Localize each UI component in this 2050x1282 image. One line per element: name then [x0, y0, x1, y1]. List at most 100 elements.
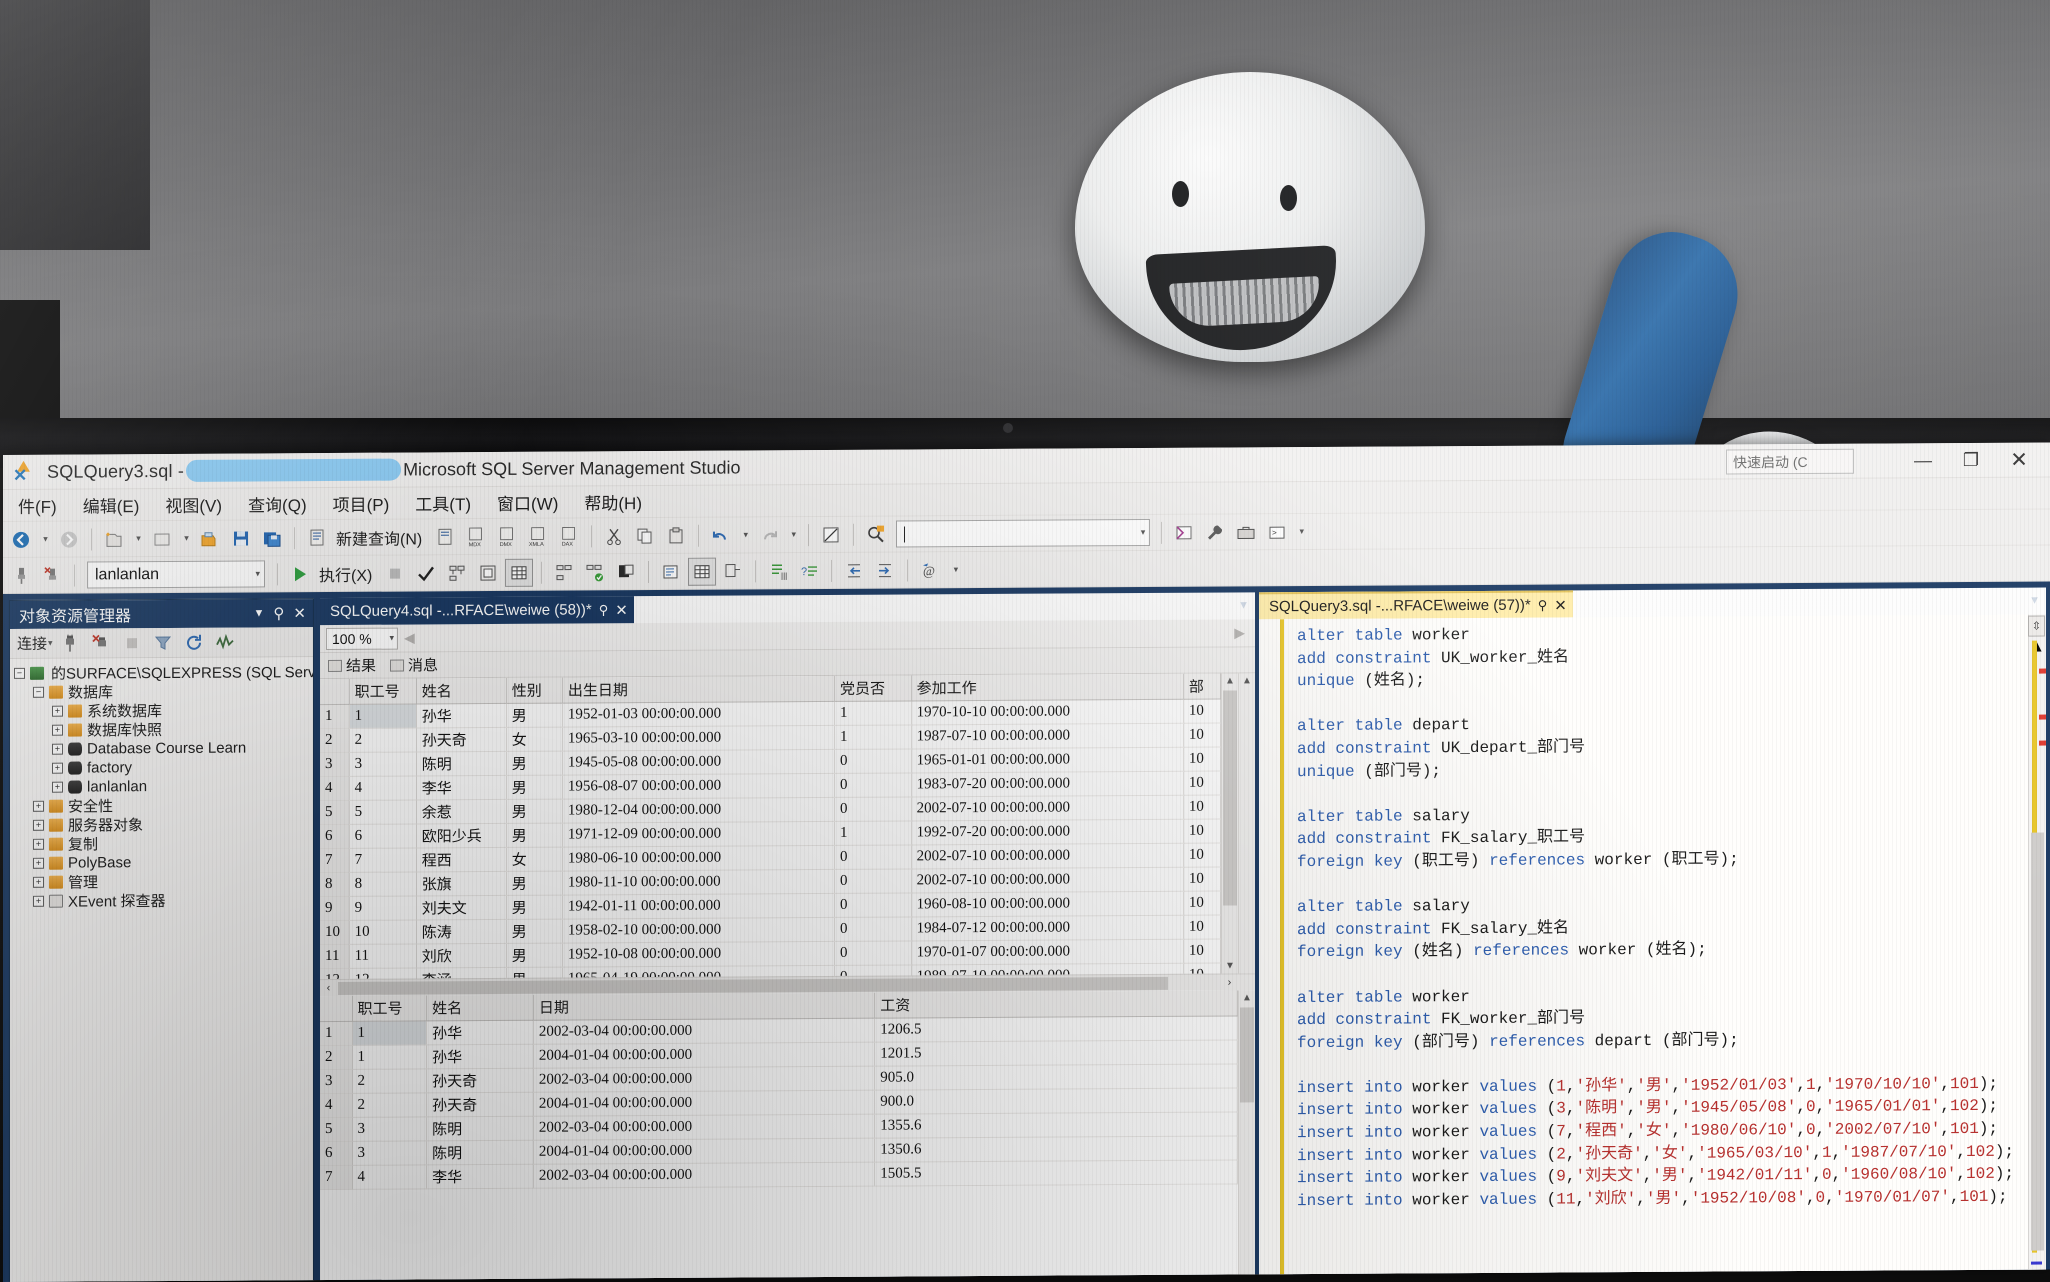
row-number[interactable]: 3	[320, 1069, 352, 1094]
split-editor-icon[interactable]: ⇳	[2028, 615, 2045, 637]
table-cell[interactable]: 刘夫文	[416, 895, 507, 920]
table-cell[interactable]: 0	[834, 892, 912, 918]
row-number[interactable]: 6	[320, 824, 350, 849]
table-cell[interactable]: 1	[352, 1020, 427, 1046]
table-cell[interactable]: 张旗	[416, 871, 507, 896]
row-number[interactable]: 5	[320, 800, 350, 825]
table-cell[interactable]: 孙华	[426, 1044, 534, 1069]
table-cell[interactable]: 1983-07-20 00:00:00.000	[911, 771, 1184, 797]
toolbar-overflow-icon[interactable]: ▾	[947, 556, 963, 584]
table-cell[interactable]: 1960-08-10 00:00:00.000	[911, 891, 1184, 917]
oe-refresh-icon[interactable]	[180, 628, 208, 656]
menu-edit[interactable]: 编辑(E)	[70, 488, 153, 522]
results-to-file-icon[interactable]	[612, 558, 640, 586]
expander-icon[interactable]: +	[33, 838, 44, 850]
row-number[interactable]: 6	[320, 1141, 352, 1166]
table-cell[interactable]: 1201.5	[874, 1039, 1238, 1067]
table-cell[interactable]: 6	[349, 823, 417, 849]
table-cell[interactable]: 刘欣	[416, 943, 507, 968]
worker-grid-vscrollbar[interactable]: ▲ ▼	[1221, 673, 1238, 974]
results-to-grid-icon[interactable]	[505, 558, 534, 587]
menu-window[interactable]: 窗口(W)	[484, 486, 571, 520]
table-cell[interactable]: 0	[834, 916, 912, 942]
oe-node-4[interactable]: + Database Course Learn	[14, 738, 313, 759]
row-number[interactable]: 1	[320, 1021, 352, 1046]
table-cell[interactable]: 1980-12-04 00:00:00.000	[562, 797, 835, 824]
code-scroll-thumb[interactable]	[2031, 832, 2044, 1251]
column-header[interactable]: 日期	[533, 992, 875, 1021]
sql-code-editor[interactable]: alter table workeradd constraint UK_work…	[1259, 614, 2046, 1282]
table-row[interactable]: 7 4 李华 2002-03-04 00:00:00.000 1505.5	[320, 1159, 1238, 1190]
table-cell[interactable]: 10	[1183, 867, 1221, 892]
minimize-button[interactable]: —	[1900, 445, 1946, 476]
table-cell[interactable]: 1	[349, 703, 417, 729]
table-cell[interactable]: 1970-10-10 00:00:00.000	[911, 699, 1184, 725]
column-header[interactable]: 党员否	[834, 675, 912, 702]
table-cell[interactable]: 4	[352, 1164, 427, 1190]
oe-disconnect-icon[interactable]	[87, 629, 115, 657]
expander-icon[interactable]: +	[52, 724, 63, 736]
execute-play-icon[interactable]	[286, 560, 314, 588]
back-dropdown-icon[interactable]: ▾	[38, 525, 52, 553]
row-number[interactable]: 4	[320, 776, 350, 801]
table-cell[interactable]: 10	[1183, 747, 1221, 772]
menu-file[interactable]: 件(F)	[5, 489, 70, 522]
table-cell[interactable]: 3	[352, 1140, 427, 1166]
table-cell[interactable]: 男	[506, 703, 563, 728]
table-cell[interactable]: 孙天奇	[426, 1092, 534, 1117]
new-dmx-query-icon[interactable]: DMX	[493, 522, 521, 550]
right-tab-overflow-icon[interactable]: ▼	[2029, 595, 2040, 607]
table-cell[interactable]: 1970-01-07 00:00:00.000	[911, 939, 1184, 965]
registered-servers-icon[interactable]	[817, 520, 845, 548]
table-cell[interactable]: 女	[506, 727, 563, 752]
table-cell[interactable]: 3	[349, 751, 417, 777]
connect-icon[interactable]	[7, 561, 35, 589]
table-cell[interactable]: 1945-05-08 00:00:00.000	[562, 749, 835, 776]
menu-query[interactable]: 查询(Q)	[235, 487, 320, 521]
open-dropdown-icon[interactable]: ▾	[179, 524, 193, 552]
menu-tools[interactable]: 工具(T)	[402, 486, 484, 519]
specify-values-icon[interactable]: @	[916, 556, 944, 584]
table-cell[interactable]: 10	[1183, 771, 1221, 796]
column-header[interactable]: 职工号	[352, 995, 427, 1022]
table-cell[interactable]: 2004-01-04 00:00:00.000	[533, 1090, 875, 1117]
find-input[interactable]: ▾	[896, 518, 1151, 548]
expander-icon[interactable]: +	[33, 800, 44, 812]
table-cell[interactable]: 1965-03-10 00:00:00.000	[562, 725, 835, 752]
table-cell[interactable]: 女	[506, 847, 563, 872]
salary-results-grid[interactable]: 职工号 姓名 日期 工资 1 1 孙华 2002-03-04 00:00:00.000 1206…	[320, 990, 1255, 1282]
decrease-indent-icon[interactable]	[840, 556, 868, 584]
quick-launch-input[interactable]: 快速启动 (C	[1726, 448, 1854, 475]
column-header[interactable]: 出生日期	[562, 675, 835, 704]
oe-node-0[interactable]: − 的SURFACE\SQLEXPRESS (SQL Serve	[14, 662, 313, 683]
oe-node-10[interactable]: + PolyBase	[14, 852, 313, 873]
table-cell[interactable]: 男	[506, 943, 563, 968]
database-selector[interactable]: lanlanlan ▾	[87, 560, 265, 589]
table-cell[interactable]: 2002-03-04 00:00:00.000	[533, 1018, 875, 1045]
undo-icon[interactable]	[707, 521, 735, 549]
oe-node-11[interactable]: + 管理	[14, 871, 313, 892]
results-outer-vscrollbar[interactable]: ▲	[1238, 673, 1255, 974]
menu-help[interactable]: 帮助(H)	[571, 485, 655, 519]
increase-indent-icon[interactable]	[871, 556, 899, 584]
table-cell[interactable]: 李华	[426, 1164, 534, 1189]
scroll-right-icon[interactable]: ▶	[1234, 624, 1255, 641]
save-all-icon[interactable]	[258, 524, 286, 552]
table-cell[interactable]: 10	[349, 919, 417, 945]
column-header[interactable]: 性别	[506, 677, 563, 704]
tab3-close-icon[interactable]: ✕	[1554, 596, 1567, 614]
row-number[interactable]: 3	[320, 752, 350, 777]
properties-wrench-icon[interactable]	[1201, 518, 1229, 546]
row-number[interactable]: 2	[320, 1045, 352, 1070]
table-cell[interactable]: 0	[834, 796, 912, 822]
row-number[interactable]: 4	[320, 1093, 352, 1118]
table-cell[interactable]: 5	[349, 799, 417, 825]
expander-icon[interactable]: +	[52, 762, 63, 774]
oe-node-6[interactable]: + lanlanlan	[14, 776, 313, 797]
save-icon[interactable]	[227, 524, 255, 552]
column-header[interactable]: 姓名	[426, 994, 534, 1021]
menu-project[interactable]: 项目(P)	[320, 487, 403, 521]
table-cell[interactable]: 陈明	[416, 751, 507, 776]
find-icon[interactable]	[862, 520, 890, 548]
table-cell[interactable]: 1	[834, 724, 912, 750]
